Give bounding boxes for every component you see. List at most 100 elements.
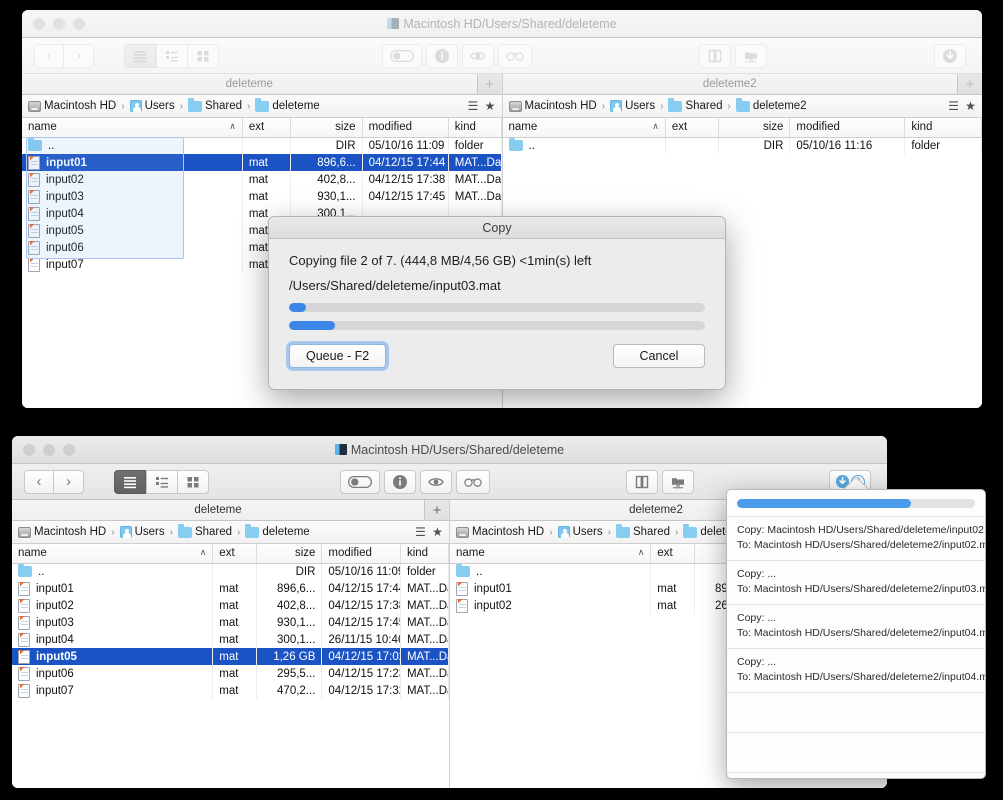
table-row[interactable]: input02 mat402,8...04/12/15 17:38MAT...Da… bbox=[22, 171, 502, 188]
breadcrumb-item-current[interactable]: deleteme bbox=[245, 524, 310, 538]
breadcrumb-item-volume[interactable]: Macintosh HD bbox=[508, 100, 597, 112]
detail-view-icon[interactable] bbox=[156, 43, 188, 68]
table-row[interactable]: .. DIR 05/10/16 11:09 folder bbox=[12, 563, 449, 580]
new-tab-button[interactable]: + bbox=[958, 74, 982, 94]
grid-view-icon[interactable] bbox=[188, 43, 219, 68]
transfer-entry[interactable]: Copy: ... To: Macintosh HD/Users/Shared/d… bbox=[727, 604, 985, 648]
new-tab-button[interactable]: + bbox=[425, 500, 449, 520]
forward-button[interactable]: › bbox=[54, 469, 84, 494]
detail-view-icon[interactable] bbox=[146, 469, 178, 494]
eye-icon[interactable] bbox=[420, 469, 453, 494]
titlebar-bottom[interactable]: Macintosh HD/Users/Shared/deleteme bbox=[12, 436, 887, 464]
tab-deleteme2[interactable]: deleteme2 bbox=[502, 74, 958, 94]
breadcrumb-item-shared[interactable]: Shared bbox=[668, 98, 723, 112]
column-header-name[interactable]: name ∧ bbox=[22, 118, 243, 138]
cancel-button[interactable]: Cancel bbox=[613, 344, 705, 368]
nav-group-bottom[interactable]: ‹ › bbox=[24, 469, 84, 494]
column-header-name[interactable]: name ∧ bbox=[450, 544, 652, 564]
tabbar-left-top[interactable]: deleteme + bbox=[22, 74, 502, 95]
favorite-star-icon[interactable]: ★ bbox=[482, 99, 499, 113]
mount-share-icon[interactable] bbox=[661, 469, 694, 494]
breadcrumb-item-volume[interactable]: Macintosh HD bbox=[456, 526, 544, 538]
tab-deleteme[interactable]: deleteme bbox=[22, 74, 478, 94]
breadcrumb-item-volume[interactable]: Macintosh HD bbox=[28, 100, 116, 112]
favorite-star-icon[interactable]: ★ bbox=[962, 99, 979, 113]
breadcrumb-item-users[interactable]: Users bbox=[610, 100, 655, 112]
toggle-switch-icon[interactable] bbox=[340, 469, 381, 494]
copy-progress-dialog[interactable]: Copy Copying file 2 of 7. (444,8 MB/4,56… bbox=[268, 216, 726, 390]
favorite-star-icon[interactable]: ★ bbox=[429, 525, 446, 539]
table-row[interactable]: input04 mat300,1...26/11/15 10:46MAT...Da… bbox=[12, 631, 449, 648]
transfer-entry[interactable] bbox=[727, 772, 985, 778]
view-mode-group-bottom[interactable] bbox=[114, 469, 209, 494]
column-header-kind[interactable]: kind bbox=[448, 118, 502, 138]
column-header-modified[interactable]: modified bbox=[362, 118, 449, 138]
column-header-size[interactable]: size bbox=[256, 544, 323, 564]
history-menu-icon[interactable]: ☰ bbox=[412, 525, 429, 539]
column-header-ext[interactable]: ext bbox=[242, 118, 291, 138]
breadcrumb-item-shared[interactable]: Shared bbox=[187, 98, 242, 112]
breadcrumb-item-shared[interactable]: Shared bbox=[177, 524, 232, 538]
column-header-kind[interactable]: kind bbox=[400, 544, 449, 564]
compare-icon[interactable] bbox=[625, 469, 658, 494]
breadcrumb-right-top[interactable]: Macintosh HD › Users › Shared › deleteme… bbox=[502, 95, 982, 118]
table-row[interactable]: input01 mat896,6...04/12/15 17:44MAT...Da… bbox=[22, 154, 502, 171]
transfer-entry[interactable]: Copy: ... To: Macintosh HD/Users/Shared/d… bbox=[727, 560, 985, 604]
column-header-size[interactable]: size bbox=[718, 118, 791, 138]
table-row[interactable]: input03 mat930,1...04/12/15 17:45MAT...Da… bbox=[12, 614, 449, 631]
column-headers[interactable]: name∧ ext size modified kind bbox=[12, 544, 449, 564]
tab-deleteme[interactable]: deleteme bbox=[12, 500, 425, 520]
transfer-queue-popover[interactable]: Copy: Macintosh HD/Users/Shared/deleteme… bbox=[726, 489, 986, 779]
transfer-entry[interactable]: Copy: ... To: Macintosh HD/Users/Shared/d… bbox=[727, 648, 985, 692]
column-header-ext[interactable]: ext bbox=[665, 118, 719, 138]
transfer-entry[interactable] bbox=[727, 732, 985, 772]
column-header-ext[interactable]: ext bbox=[650, 544, 695, 564]
table-row[interactable]: input06 mat295,5...04/12/15 17:23MAT...Da… bbox=[12, 665, 449, 682]
binoculars-icon[interactable] bbox=[498, 43, 532, 68]
titlebar-top[interactable]: Macintosh HD/Users/Shared/deleteme bbox=[22, 10, 982, 38]
breadcrumb-item-users[interactable]: Users bbox=[557, 526, 603, 538]
binoculars-icon[interactable] bbox=[456, 469, 491, 494]
table-row[interactable]: .. DIR 05/10/16 11:09 folder bbox=[22, 137, 502, 154]
breadcrumb-item-users[interactable]: Users bbox=[129, 100, 175, 112]
queue-button[interactable]: Queue - F2 bbox=[289, 344, 387, 368]
transfer-entry[interactable]: Copy: Macintosh HD/Users/Shared/deleteme… bbox=[727, 516, 985, 560]
table-row[interactable]: .. DIR 05/10/16 11:16 folder bbox=[502, 137, 982, 154]
toolbar-top[interactable]: ‹ › bbox=[22, 38, 982, 74]
table-row[interactable]: input01 mat896,6...04/12/15 17:44MAT...Da… bbox=[12, 580, 449, 597]
info-icon[interactable] bbox=[426, 43, 458, 68]
transfer-entry[interactable] bbox=[727, 692, 985, 732]
breadcrumb-left-bottom[interactable]: Macintosh HD › Users › Shared › deleteme… bbox=[12, 521, 449, 544]
tabbar-right-top[interactable]: deleteme2 + bbox=[502, 74, 982, 95]
new-tab-button[interactable]: + bbox=[477, 74, 502, 94]
view-mode-group-top[interactable] bbox=[124, 43, 219, 68]
breadcrumb-item-current[interactable]: deleteme2 bbox=[735, 98, 807, 112]
column-header-kind[interactable]: kind bbox=[904, 118, 982, 138]
tabbar-left-bottom[interactable]: deleteme + bbox=[12, 500, 449, 521]
table-row[interactable]: input02 mat402,8...04/12/15 17:38MAT...Da… bbox=[12, 597, 449, 614]
column-header-size[interactable]: size bbox=[290, 118, 363, 138]
grid-view-icon[interactable] bbox=[178, 469, 209, 494]
breadcrumb-left-top[interactable]: Macintosh HD › Users › Shared › deleteme… bbox=[22, 95, 502, 118]
nav-group-top[interactable]: ‹ › bbox=[34, 43, 94, 68]
list-view-icon[interactable] bbox=[124, 43, 156, 68]
column-header-name[interactable]: name ∧ bbox=[12, 544, 214, 564]
transfers-download-icon[interactable] bbox=[934, 43, 966, 68]
column-headers[interactable]: name∧ ext size modified kind bbox=[22, 118, 502, 138]
column-header-name[interactable]: name ∧ bbox=[502, 118, 666, 138]
toggle-switch-icon[interactable] bbox=[382, 43, 422, 68]
info-icon[interactable] bbox=[384, 469, 417, 494]
mount-share-icon[interactable] bbox=[735, 43, 767, 68]
breadcrumb-item-current[interactable]: deleteme bbox=[255, 98, 320, 112]
column-header-ext[interactable]: ext bbox=[212, 544, 257, 564]
table-row[interactable]: input05 mat1,26 GB04/12/15 17:02MAT...Dat… bbox=[12, 648, 449, 665]
compare-icon[interactable] bbox=[699, 43, 731, 68]
eye-icon[interactable] bbox=[462, 43, 494, 68]
column-header-modified[interactable]: modified bbox=[789, 118, 906, 138]
table-row[interactable]: input07 mat470,2...04/12/15 17:32MAT...Da… bbox=[12, 682, 449, 699]
forward-button[interactable]: › bbox=[64, 43, 94, 68]
history-menu-icon[interactable]: ☰ bbox=[465, 99, 482, 113]
breadcrumb-item-volume[interactable]: Macintosh HD bbox=[18, 526, 106, 538]
column-header-modified[interactable]: modified bbox=[321, 544, 401, 564]
back-button[interactable]: ‹ bbox=[34, 43, 64, 68]
